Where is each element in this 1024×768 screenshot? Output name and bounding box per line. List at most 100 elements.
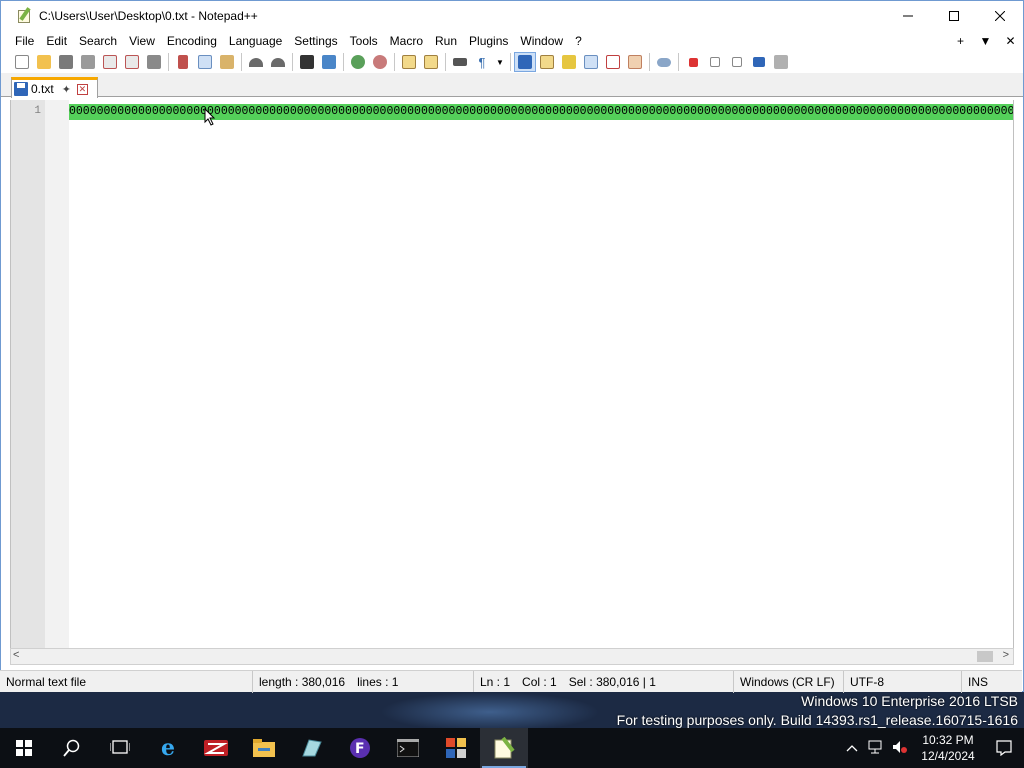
network-status[interactable] <box>864 740 888 757</box>
taskbar-app[interactable] <box>288 728 336 768</box>
menu-help[interactable]: ? <box>569 34 588 48</box>
cut-button[interactable] <box>172 52 194 72</box>
taskbar-office[interactable] <box>432 728 480 768</box>
editor-area[interactable]: 1 00000000000000000000000000000000000000… <box>10 100 1014 648</box>
dropdown-arrow[interactable]: ▼ <box>493 52 507 72</box>
volume-muted-icon <box>893 740 907 753</box>
menu-edit[interactable]: Edit <box>40 34 73 48</box>
scroll-right-icon[interactable]: > <box>1003 649 1009 661</box>
doc-map-button[interactable] <box>536 52 558 72</box>
chevron-down-icon: ▼ <box>496 57 504 67</box>
tab-list-button[interactable]: ▼ <box>973 34 998 48</box>
close-all-button[interactable] <box>121 52 143 72</box>
menu-run[interactable]: Run <box>429 34 463 48</box>
tab-label: 0.txt <box>31 82 54 96</box>
close-file-button[interactable] <box>99 52 121 72</box>
start-button[interactable] <box>0 728 48 768</box>
menu-encoding[interactable]: Encoding <box>161 34 223 48</box>
action-center-button[interactable] <box>984 728 1024 768</box>
stop-record-button[interactable] <box>704 52 726 72</box>
menu-plugins[interactable]: Plugins <box>463 34 514 48</box>
paste-button[interactable] <box>216 52 238 72</box>
save-macro-button[interactable] <box>770 52 792 72</box>
menu-search[interactable]: Search <box>73 34 123 48</box>
print-button[interactable] <box>143 52 165 72</box>
play-macro-button[interactable] <box>726 52 748 72</box>
menu-settings[interactable]: Settings <box>288 34 343 48</box>
close-doc-button[interactable]: ✕ <box>998 34 1023 48</box>
taskbar-notepadpp[interactable] <box>480 728 528 768</box>
save-all-icon <box>81 55 95 69</box>
status-col: Col : 1 <box>522 674 557 689</box>
zoom-in-button[interactable] <box>347 52 369 72</box>
replace-button[interactable] <box>318 52 340 72</box>
svg-text:F: F <box>355 741 365 757</box>
status-encoding[interactable]: UTF-8 <box>844 670 962 693</box>
pilcrow-icon: ¶ <box>478 54 486 70</box>
start-icon <box>16 740 32 756</box>
taskbar-firefox[interactable]: F <box>336 728 384 768</box>
zoom-out-button[interactable] <box>369 52 391 72</box>
line-number: 1 <box>34 105 41 117</box>
record-macro-button[interactable] <box>682 52 704 72</box>
copy-button[interactable] <box>194 52 216 72</box>
maximize-button[interactable] <box>931 1 977 31</box>
close-file-icon <box>103 55 117 69</box>
fold-margin[interactable] <box>45 100 69 648</box>
doc-list-button[interactable] <box>580 52 602 72</box>
run-macro-multiple-button[interactable] <box>748 52 770 72</box>
volume-control[interactable] <box>888 740 912 757</box>
status-sel: Sel : 380,016 | 1 <box>568 674 656 689</box>
taskbar-file-explorer[interactable] <box>240 728 288 768</box>
close-button[interactable] <box>977 1 1023 31</box>
save-all-button[interactable] <box>77 52 99 72</box>
file-explorer-icon <box>253 739 275 757</box>
save-button[interactable] <box>55 52 77 72</box>
tab-0-txt[interactable]: 0.txt ✦ ✕ <box>11 77 98 98</box>
close-icon <box>995 11 1005 21</box>
windows-watermark: Windows 10 Enterprise 2016 LTSB For test… <box>617 692 1018 730</box>
show-hidden-icons[interactable] <box>840 741 864 755</box>
menu-language[interactable]: Language <box>223 34 288 48</box>
monitor-button[interactable] <box>653 52 675 72</box>
title-bar[interactable]: C:\Users\User\Desktop\0.txt - Notepad++ <box>1 1 1023 31</box>
menu-tools[interactable]: Tools <box>344 34 384 48</box>
find-button[interactable] <box>296 52 318 72</box>
menu-macro[interactable]: Macro <box>384 34 429 48</box>
tab-close-icon[interactable]: ✕ <box>76 83 88 95</box>
show-all-chars-button[interactable]: ¶ <box>471 52 493 72</box>
save-macro-icon <box>774 55 788 69</box>
scroll-thumb[interactable] <box>977 651 993 662</box>
taskbar-filezilla[interactable] <box>192 728 240 768</box>
word-wrap-button[interactable] <box>449 52 471 72</box>
search-button[interactable] <box>48 728 96 768</box>
new-tab-button[interactable]: + <box>948 34 973 48</box>
notification-icon <box>996 740 1012 756</box>
menu-view[interactable]: View <box>123 34 161 48</box>
copy-icon <box>198 55 212 69</box>
record-macro-icon <box>688 57 698 67</box>
minimize-button[interactable] <box>885 1 931 31</box>
open-file-button[interactable] <box>33 52 55 72</box>
folder-workspace-button[interactable] <box>624 52 646 72</box>
scroll-left-icon[interactable]: < <box>13 649 19 661</box>
new-file-button[interactable] <box>11 52 33 72</box>
sync-vertical-button[interactable] <box>398 52 420 72</box>
menu-file[interactable]: File <box>9 34 40 48</box>
taskbar-internet-explorer[interactable]: e <box>144 728 192 768</box>
redo-button[interactable] <box>267 52 289 72</box>
status-eol[interactable]: Windows (CR LF) <box>734 670 844 693</box>
indent-guide-button[interactable] <box>514 52 536 72</box>
function-list-button[interactable] <box>558 52 580 72</box>
horizontal-scrollbar[interactable]: < > <box>10 648 1014 665</box>
undo-button[interactable] <box>245 52 267 72</box>
clock[interactable]: 10:32 PM 12/4/2024 <box>912 732 984 764</box>
task-view-button[interactable] <box>96 728 144 768</box>
menu-window[interactable]: Window <box>514 34 569 48</box>
pin-icon[interactable]: ✦ <box>62 83 71 96</box>
sync-horizontal-button[interactable] <box>420 52 442 72</box>
zoom-out-icon <box>373 55 387 69</box>
firefox-icon: F <box>350 738 370 758</box>
function-button[interactable] <box>602 52 624 72</box>
taskbar-terminal[interactable] <box>384 728 432 768</box>
